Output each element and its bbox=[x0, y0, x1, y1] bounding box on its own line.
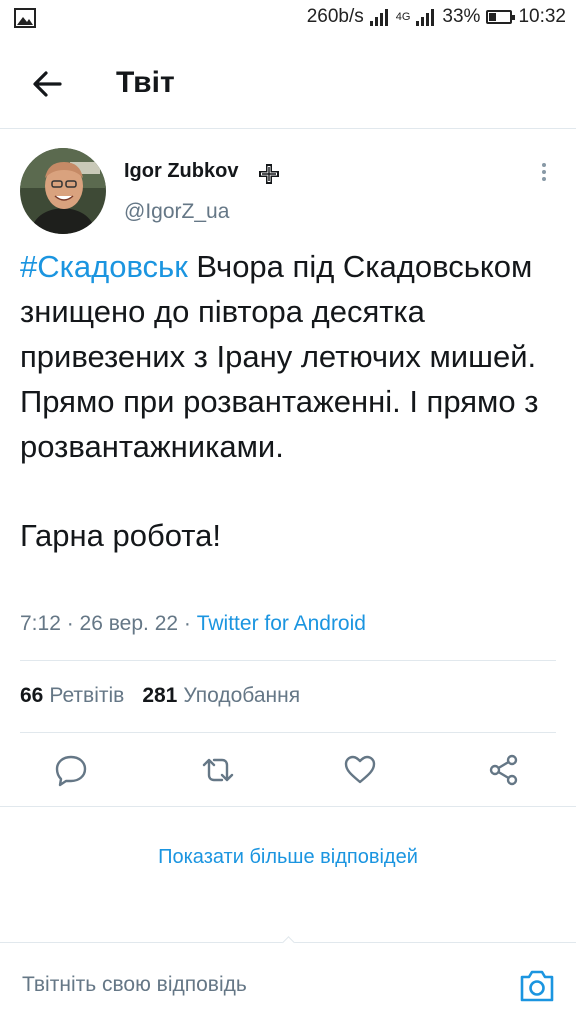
image-icon bbox=[14, 8, 36, 33]
share-icon bbox=[489, 754, 518, 786]
signal-icon bbox=[369, 8, 390, 26]
reply-input[interactable]: Твітніть свою відповідь bbox=[22, 973, 247, 997]
show-more-replies-link[interactable]: Показати більше відповідей bbox=[0, 846, 576, 869]
page-title: Твіт bbox=[116, 66, 175, 99]
caret-icon bbox=[282, 936, 295, 949]
author-name[interactable]: Igor Zubkov bbox=[124, 160, 238, 183]
signal-icon-2 bbox=[416, 8, 436, 26]
like-icon bbox=[344, 755, 376, 784]
cross-icon bbox=[258, 163, 280, 190]
likes-count: 281 bbox=[142, 684, 178, 707]
battery-icon bbox=[486, 10, 516, 24]
likes-stat[interactable]: 281 Уподобання bbox=[142, 684, 300, 708]
clock: 10:32 bbox=[518, 6, 566, 27]
network-speed: 260b/s bbox=[306, 6, 364, 27]
likes-label: Уподобання bbox=[183, 684, 301, 707]
tweet-date: 26 вер. 22 bbox=[79, 612, 179, 635]
divider bbox=[20, 660, 556, 661]
tweet-source-link[interactable]: Twitter for Android bbox=[197, 612, 366, 635]
retweet-button[interactable] bbox=[194, 746, 242, 794]
arrow-left-icon bbox=[33, 71, 62, 97]
retweet-icon bbox=[202, 758, 234, 782]
retweets-stat[interactable]: 66 Ретвітів bbox=[20, 684, 124, 708]
reply-button[interactable] bbox=[47, 746, 95, 794]
status-bar: 260b/s 4G 33% 10:32 bbox=[0, 0, 576, 40]
reply-icon bbox=[55, 755, 87, 787]
tweet-text: #Скадовськ Вчора під Скадовськом знищено… bbox=[20, 244, 550, 558]
like-button[interactable] bbox=[336, 746, 384, 794]
tweet-meta: 7:12 · 26 вер. 22 · Twitter for Android bbox=[20, 612, 366, 635]
app-bar: Твіт bbox=[0, 40, 576, 129]
network-type: 4G bbox=[395, 11, 411, 23]
tweet-actions bbox=[0, 746, 576, 796]
battery-percent: 33% bbox=[442, 6, 481, 27]
hashtag-link[interactable]: #Скадовськ bbox=[20, 249, 188, 284]
retweets-count: 66 bbox=[20, 684, 44, 707]
tweet-body-2: Гарна робота! bbox=[20, 518, 222, 553]
more-options-icon[interactable] bbox=[534, 160, 554, 188]
reply-bar: Твітніть свою відповідь bbox=[0, 936, 576, 1025]
divider bbox=[20, 732, 556, 733]
tweet-time: 7:12 bbox=[20, 612, 61, 635]
share-button[interactable] bbox=[480, 746, 528, 794]
retweets-label: Ретвітів bbox=[49, 684, 125, 707]
back-button[interactable] bbox=[28, 64, 68, 104]
divider bbox=[0, 806, 576, 807]
author-handle[interactable]: @IgorZ_ua bbox=[124, 200, 229, 224]
avatar[interactable] bbox=[20, 148, 106, 234]
camera-icon[interactable] bbox=[518, 969, 556, 1003]
tweet-stats: 66 Ретвітів 281 Уподобання bbox=[20, 684, 300, 708]
